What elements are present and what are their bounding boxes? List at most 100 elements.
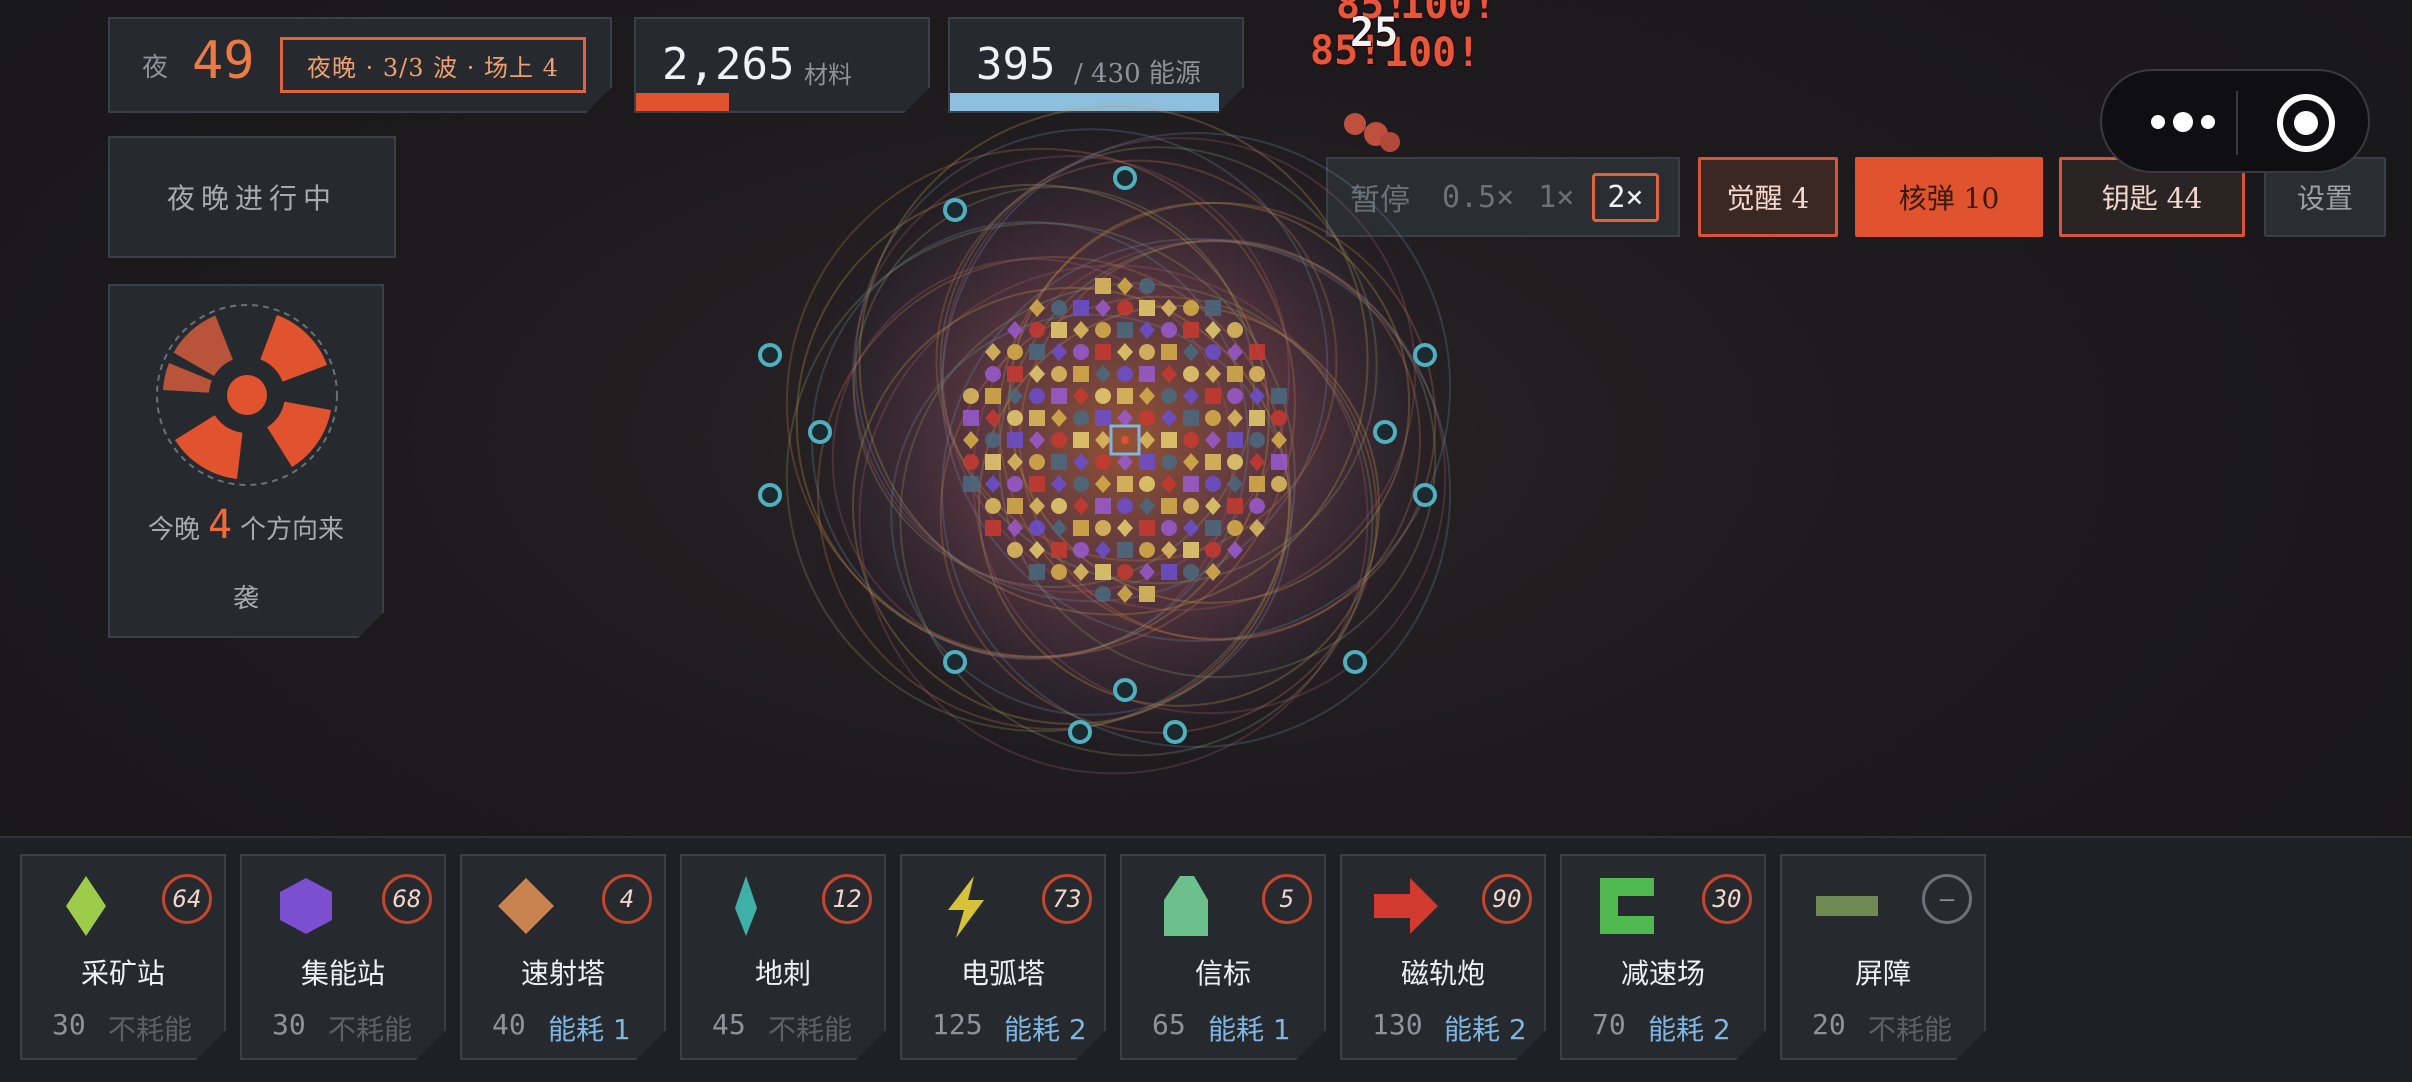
barrier-icon [1810, 870, 1882, 942]
structure-tile [985, 366, 1001, 382]
damage-number: 100! [1400, 0, 1497, 28]
build-bar: 64 采矿站 30 不耗能 68 集能站 30 不耗能 4 速射塔 40 能耗 … [0, 836, 2412, 1082]
structure-tile [1205, 454, 1221, 470]
attack-directions-text: 今晚 4 个方向来 [110, 502, 382, 548]
turret-icon [1413, 343, 1437, 367]
structure-tile [1073, 520, 1089, 536]
nuke-button[interactable]: 核弹 10 [1855, 157, 2043, 237]
beacon-icon [1150, 870, 1222, 942]
energy-max: / 430 能源 [1074, 59, 1201, 89]
structure-tile [1029, 344, 1045, 360]
structure-tile [1161, 454, 1177, 470]
structure-tile [1205, 388, 1221, 404]
build-card-rapid-tower[interactable]: 4 速射塔 40 能耗 1 [460, 854, 666, 1060]
structure-tile [1183, 432, 1199, 448]
structure-tile [1271, 476, 1287, 492]
orange-diamond-icon [490, 870, 562, 942]
structure-tile [1161, 498, 1177, 514]
card-name: 屏障 [1854, 957, 1911, 990]
structure-tile [1117, 388, 1133, 404]
materials-label: 材料 [804, 61, 852, 89]
structure-tile [1183, 542, 1199, 558]
structure-tile [1007, 476, 1023, 492]
structure-tile [1227, 388, 1243, 404]
structure-tile [1161, 322, 1177, 338]
build-card-mining-station[interactable]: 64 采矿站 30 不耗能 [20, 854, 226, 1060]
structure-tile [1117, 476, 1133, 492]
close-target-icon[interactable] [2274, 91, 2338, 155]
card-name: 磁轨炮 [1400, 957, 1485, 990]
structure-tile [1249, 432, 1265, 448]
card-name: 地刺 [754, 957, 811, 990]
structure-tile [1073, 366, 1089, 382]
structure-tile [985, 388, 1001, 404]
structure-tile [1271, 454, 1287, 470]
structure-tile [1051, 432, 1067, 448]
structure-tile [1117, 498, 1133, 514]
turret-icon [1068, 720, 1092, 744]
structure-tile [1029, 454, 1045, 470]
structure-tile [1095, 410, 1111, 426]
red-arrow-icon [1370, 870, 1442, 942]
battlefield-map[interactable] [700, 100, 1560, 820]
structure-tile [1139, 454, 1155, 470]
structure-tile [985, 432, 1001, 448]
night-number: 49 [192, 31, 255, 91]
structure-tile [1051, 542, 1067, 558]
more-icon[interactable] [2138, 95, 2228, 149]
structure-tile [1051, 366, 1067, 382]
structure-tile [985, 498, 1001, 514]
build-card-slow-field[interactable]: 30 减速场 70 能耗 2 [1560, 854, 1766, 1060]
structure-tile [1051, 388, 1067, 404]
structure-tile [1183, 366, 1199, 382]
structure-tile [1139, 586, 1155, 602]
build-card-barrier[interactable]: — 屏障 20 不耗能 [1780, 854, 1986, 1060]
structure-tile [1205, 344, 1221, 360]
lightning-icon [930, 870, 1002, 942]
structure-tile [1117, 542, 1133, 558]
turret-icon [758, 343, 782, 367]
structure-tile [1029, 388, 1045, 404]
structure-tile [1249, 344, 1265, 360]
card-cost: 30 [52, 1008, 86, 1041]
structure-tile [1095, 388, 1111, 404]
structure-tile [1161, 564, 1177, 580]
structure-tile [963, 410, 979, 426]
structure-tile [1139, 278, 1155, 294]
structure-tile [1095, 454, 1111, 470]
card-energy: 不耗能 [1868, 1013, 1953, 1046]
card-count-badge: 5 [1262, 874, 1312, 924]
card-energy: 能耗 2 [1648, 1013, 1731, 1046]
structure-tile [1073, 432, 1089, 448]
turret-icon [808, 420, 832, 444]
build-card-arc-tower[interactable]: 73 电弧塔 125 能耗 2 [900, 854, 1106, 1060]
build-card-energy-station[interactable]: 68 集能站 30 不耗能 [240, 854, 446, 1060]
energy-value: 395 [976, 39, 1056, 90]
night-panel: 夜 49 夜晚 · 3/3 波 · 场上 4 [108, 17, 612, 113]
card-energy: 不耗能 [768, 1013, 853, 1046]
build-card-beacon[interactable]: 5 信标 65 能耗 1 [1120, 854, 1326, 1060]
structure-tile [1161, 388, 1177, 404]
damage-number: 100! [1384, 30, 1481, 76]
structure-tile [1051, 300, 1067, 316]
build-card-ground-spike[interactable]: 12 地刺 45 不耗能 [680, 854, 886, 1060]
structure-tile [1007, 410, 1023, 426]
structure-tile [1227, 498, 1243, 514]
structure-tile [1139, 520, 1155, 536]
structure-tile [1117, 322, 1133, 338]
enemy-swarm [1344, 113, 1400, 152]
structure-tile [1073, 542, 1089, 558]
structure-tile [1073, 476, 1089, 492]
awaken-button[interactable]: 觉醒 4 [1698, 157, 1838, 237]
speed-2x-button[interactable]: 2× [1592, 172, 1659, 222]
turret-icon [1343, 650, 1367, 674]
teal-spike-icon [710, 870, 782, 942]
core-center-icon [1121, 436, 1129, 444]
structure-tile [1227, 454, 1243, 470]
structure-tile [1029, 564, 1045, 580]
build-card-railgun[interactable]: 90 磁轨炮 130 能耗 2 [1340, 854, 1546, 1060]
structure-tile [1029, 410, 1045, 426]
directions-prefix: 今晚 [147, 515, 200, 545]
structure-tile [1227, 520, 1243, 536]
card-energy: 能耗 1 [548, 1013, 631, 1046]
